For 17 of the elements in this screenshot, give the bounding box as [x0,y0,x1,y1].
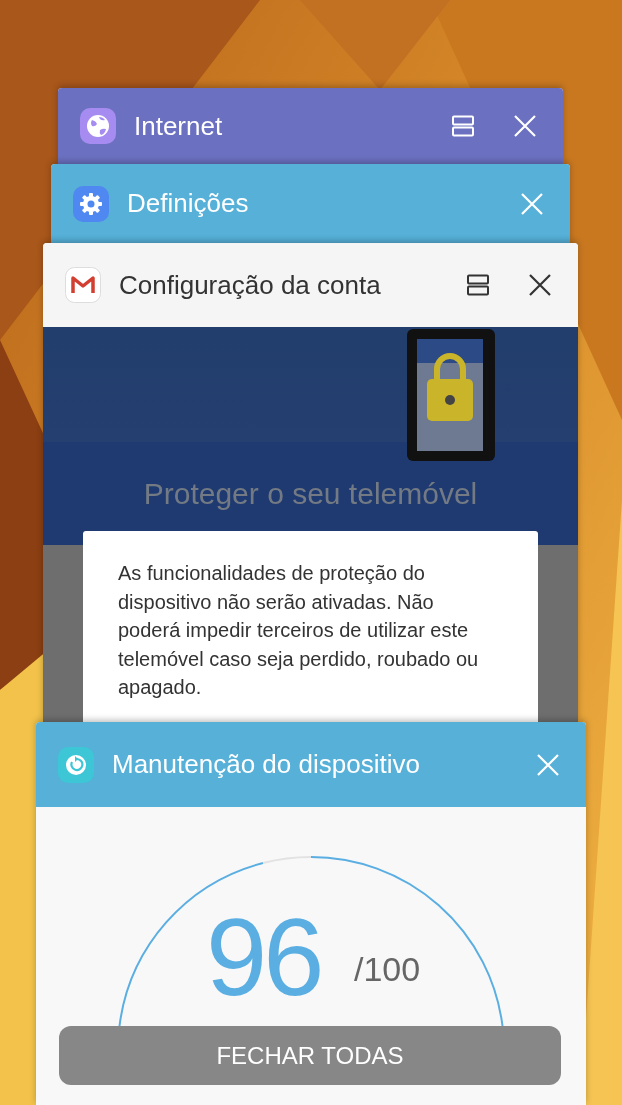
app-card[interactable]: Definições [51,164,570,243]
split-screen-icon[interactable] [466,273,490,297]
mail-icon [65,267,101,303]
globe-icon [80,108,116,144]
score-max: /100 [354,952,421,986]
app-title: Manutenção do dispositivo [112,749,421,780]
close-all-button[interactable]: FECHAR TODAS [59,1026,561,1085]
score-value: 96 [206,902,321,1012]
dialog-message: As funcionalidades de proteção do dispositivo não serão ativadas. Não poderá impedir terceiros de utilizar este telemóvel caso seja perdido, roubado ou apagado. [118,561,480,700]
gear-icon [73,185,109,222]
app-title: Configuração da conta [119,269,382,301]
app-card[interactable] [43,243,578,722]
close-icon[interactable] [528,273,552,297]
app-title: Definições [127,188,250,219]
power-cycle-icon [58,746,94,783]
app-title: Internet [134,110,224,142]
screen-heading: Proteger o seu telemóvel [142,477,479,511]
